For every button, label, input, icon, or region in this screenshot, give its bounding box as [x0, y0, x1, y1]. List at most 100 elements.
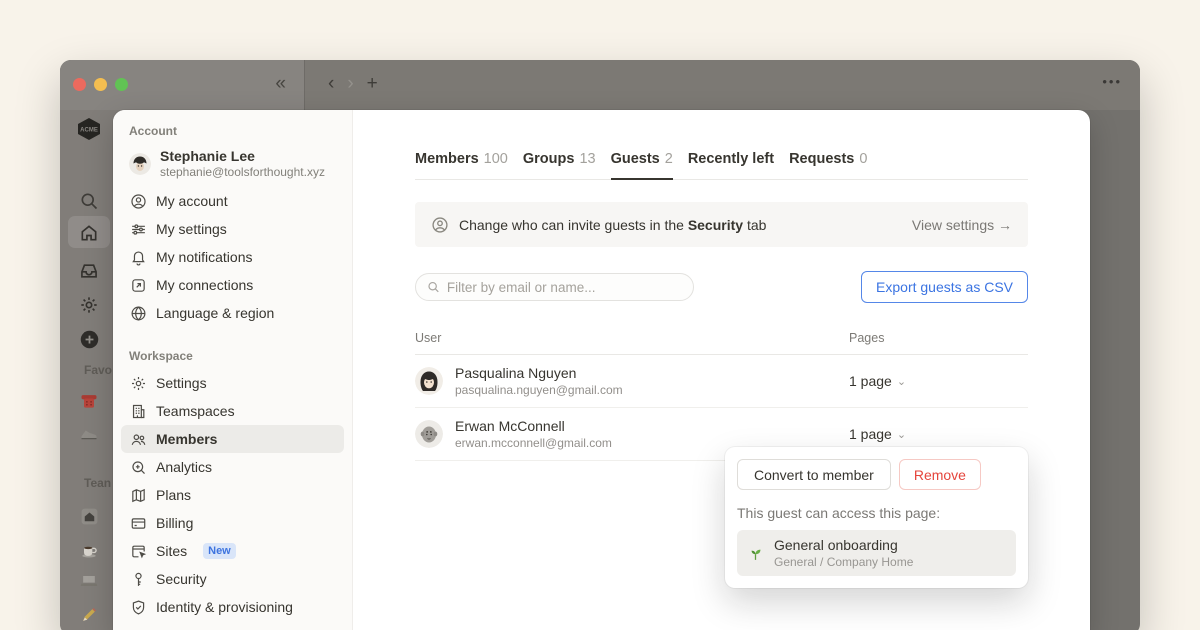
- settings-modal: Account Stephanie Lee stephanie@toolsfor…: [113, 110, 1090, 630]
- guest-email: erwan.mcconnell@gmail.com: [455, 436, 612, 450]
- tab-groups[interactable]: Groups 13: [523, 151, 596, 179]
- magnifier-plus-icon: [129, 458, 147, 476]
- column-header-pages: Pages: [849, 331, 1028, 345]
- guest-name: Pasqualina Nguyen: [455, 365, 623, 382]
- tab-label: Groups: [523, 151, 575, 168]
- tab-requests[interactable]: Requests 0: [789, 151, 867, 179]
- new-tab-icon[interactable]: +: [367, 71, 378, 97]
- browser-cursor-icon: [129, 542, 147, 560]
- sidebar-item-label: Sites: [156, 543, 187, 559]
- teamspace-laptop-emoji[interactable]: [76, 568, 102, 594]
- sidebar-item-my-settings[interactable]: My settings: [121, 215, 344, 243]
- workspace-section-header: Workspace: [129, 349, 344, 363]
- convert-to-member-button[interactable]: Convert to member: [737, 459, 891, 490]
- sidebar-item-settings[interactable]: Settings: [121, 369, 344, 397]
- guest-email: pasqualina.nguyen@gmail.com: [455, 383, 623, 397]
- sidebar-item-label: Analytics: [156, 459, 212, 475]
- close-window-button[interactable]: [73, 78, 86, 91]
- minimize-window-button[interactable]: [94, 78, 107, 91]
- svg-text:ACME: ACME: [80, 128, 98, 134]
- sidebar-item-label: Plans: [156, 487, 191, 503]
- sidebar-item-language-region[interactable]: Language & region: [121, 299, 344, 327]
- pages-dropdown[interactable]: 1 page ⌄: [849, 426, 1028, 442]
- chevron-down-icon: ⌄: [897, 375, 906, 388]
- sidebar-item-label: Language & region: [156, 305, 274, 321]
- workspace-logo[interactable]: ACME: [76, 116, 102, 142]
- sidebar-item-my-notifications[interactable]: My notifications: [121, 243, 344, 271]
- tab-count: 100: [484, 151, 508, 168]
- back-icon[interactable]: ‹: [328, 71, 334, 97]
- teamspace-home-icon[interactable]: [76, 503, 102, 529]
- tab-label: Members: [415, 151, 479, 168]
- sidebar-item-sites[interactable]: Sites New: [121, 537, 344, 565]
- sidebar-item-label: Identity & provisioning: [156, 599, 293, 615]
- guest-actions-popover: Convert to member Remove This guest can …: [725, 447, 1028, 588]
- new-page-icon[interactable]: [76, 326, 102, 352]
- more-menu-icon[interactable]: •••: [1102, 74, 1122, 89]
- favorite-sneaker-emoji[interactable]: [76, 420, 102, 446]
- teamspace-pencil-emoji[interactable]: [76, 602, 102, 628]
- tab-count: 2: [665, 151, 673, 167]
- sidebar-item-security[interactable]: Security: [121, 565, 344, 593]
- remove-guest-button[interactable]: Remove: [899, 459, 981, 490]
- tab-label: Recently left: [688, 151, 774, 168]
- sidebar-item-label: Security: [156, 571, 207, 587]
- sidebar-item-billing[interactable]: Billing: [121, 509, 344, 537]
- accessible-page-item[interactable]: General onboarding General / Company Hom…: [737, 530, 1016, 576]
- sliders-icon: [129, 220, 147, 238]
- guest-filter-field[interactable]: [415, 273, 694, 301]
- map-icon: [129, 486, 147, 504]
- sidebar-item-members[interactable]: Members: [121, 425, 344, 453]
- account-email: stephanie@toolsforthought.xyz: [160, 165, 325, 179]
- pages-dropdown[interactable]: 1 page ⌄: [849, 373, 1028, 389]
- sidebar-item-label: Members: [156, 431, 217, 447]
- sidebar-item-identity-provisioning[interactable]: Identity & provisioning: [121, 593, 344, 621]
- app-window: « ‹ › + ••• ACME: [60, 60, 1140, 630]
- view-settings-link[interactable]: View settings →: [912, 217, 1012, 233]
- banner-text: Change who can invite guests in the Secu…: [459, 217, 766, 233]
- sidebar-item-plans[interactable]: Plans: [121, 481, 344, 509]
- pages-count: 1 page: [849, 373, 892, 389]
- bell-icon: [129, 248, 147, 266]
- sidebar-item-label: Settings: [156, 375, 207, 391]
- titlebar: « ‹ › + •••: [60, 60, 1140, 110]
- sidebar-item-label: Teamspaces: [156, 403, 235, 419]
- export-guests-csv-button[interactable]: Export guests as CSV: [861, 271, 1028, 303]
- tab-count: 13: [579, 151, 595, 168]
- page-breadcrumb: General / Company Home: [774, 555, 913, 569]
- tab-count: 0: [859, 151, 867, 168]
- inbox-icon[interactable]: [76, 258, 102, 284]
- page-title: General onboarding: [774, 537, 913, 554]
- sidebar-item-label: My notifications: [156, 249, 252, 265]
- globe-icon: [129, 304, 147, 322]
- traffic-lights: [73, 78, 128, 91]
- pages-count: 1 page: [849, 426, 892, 442]
- filter-input[interactable]: [447, 280, 682, 295]
- collapse-sidebar-icon[interactable]: «: [275, 73, 286, 95]
- sidebar-item-my-account[interactable]: My account: [121, 187, 344, 215]
- popover-caption: This guest can access this page:: [737, 505, 1016, 521]
- zoom-window-button[interactable]: [115, 78, 128, 91]
- avatar: [415, 420, 443, 448]
- avatar: [129, 153, 151, 175]
- building-icon: [129, 402, 147, 420]
- home-icon[interactable]: [76, 220, 102, 246]
- table-row[interactable]: Pasqualina Nguyen pasqualina.nguyen@gmai…: [415, 355, 1028, 408]
- teamspace-coffee-emoji[interactable]: [76, 537, 102, 563]
- favorite-phone-emoji[interactable]: [76, 388, 102, 414]
- sidebar-item-analytics[interactable]: Analytics: [121, 453, 344, 481]
- sidebar-item-label: My settings: [156, 221, 227, 237]
- people-icon: [129, 430, 147, 448]
- column-header-user: User: [415, 331, 849, 345]
- sidebar-item-teamspaces[interactable]: Teamspaces: [121, 397, 344, 425]
- account-profile[interactable]: Stephanie Lee stephanie@toolsforthought.…: [121, 144, 344, 187]
- arrow-up-right-box-icon: [129, 276, 147, 294]
- sidebar-item-label: My account: [156, 193, 228, 209]
- sidebar-item-label: Billing: [156, 515, 193, 531]
- tab-recently-left[interactable]: Recently left: [688, 151, 774, 179]
- settings-gear-icon[interactable]: [76, 292, 102, 318]
- sidebar-item-my-connections[interactable]: My connections: [121, 271, 344, 299]
- search-icon[interactable]: [76, 188, 102, 214]
- tab-guests[interactable]: Guests 2: [611, 151, 673, 180]
- tab-members[interactable]: Members 100: [415, 151, 508, 179]
